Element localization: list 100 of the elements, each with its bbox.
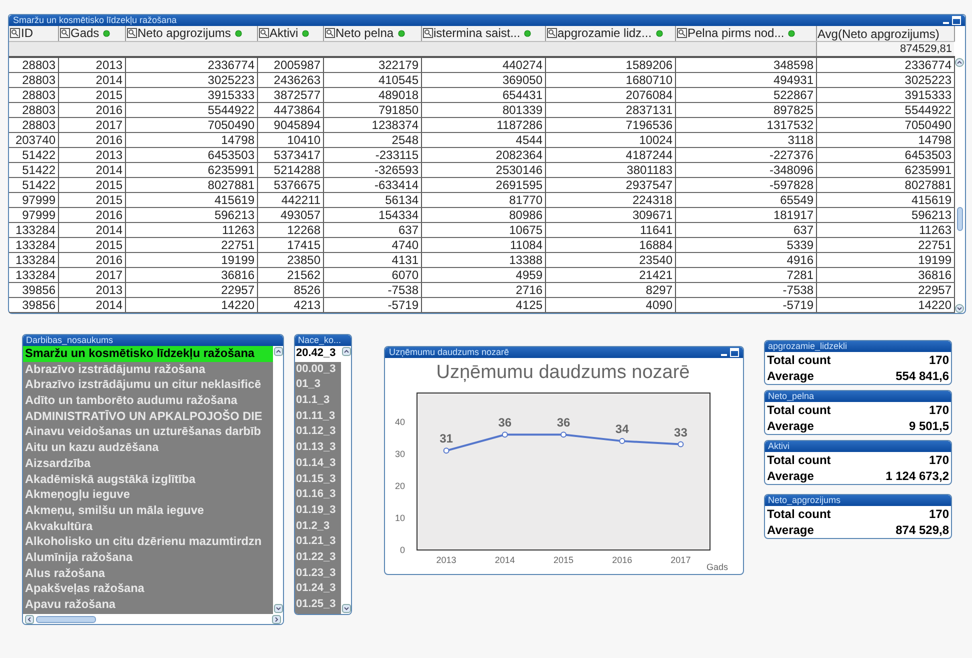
table-cell: 2082364 [421, 148, 545, 162]
table-cell: 596213 [125, 208, 257, 222]
table-cell: 97999 [9, 208, 58, 222]
table-cell: 2016 [58, 132, 125, 148]
scroll-thumb[interactable] [956, 207, 963, 231]
table-cell: 3025223 [816, 72, 954, 88]
table-cell: 1238374 [323, 118, 421, 132]
search-icon[interactable] [546, 28, 556, 38]
table-cell: 22751 [125, 238, 257, 252]
list-box-title: Darbibas_nosaukums [23, 335, 283, 346]
table-cell: 4125 [421, 298, 545, 312]
table-cell: 3872577 [257, 88, 323, 102]
table-cell: 801339 [421, 102, 545, 118]
table-cell: 2013 [58, 282, 125, 298]
scroll-left-icon[interactable] [25, 614, 34, 624]
table-cell: 2014 [58, 298, 125, 312]
table-cell: 181917 [675, 208, 816, 222]
table-cell: 2014 [58, 222, 125, 238]
scroll-down-icon[interactable] [342, 604, 350, 613]
table-cell: 13388 [421, 252, 545, 268]
scroll-right-icon[interactable] [272, 614, 281, 624]
search-icon[interactable] [60, 28, 70, 38]
table-cell: 596213 [816, 208, 954, 222]
table-cell: 133284 [9, 252, 58, 268]
table-cell: 51422 [9, 162, 58, 178]
table-cell: 5376675 [257, 178, 323, 192]
scrollbar[interactable] [273, 346, 283, 614]
table-cell: 489018 [323, 88, 421, 102]
scrollbar[interactable] [341, 346, 351, 614]
table-cell: 51422 [9, 178, 58, 192]
horizontal-scrollbar[interactable] [23, 614, 283, 624]
table-cell: 6235991 [125, 162, 257, 178]
box-title: apgrozamie_lidzekli [765, 341, 951, 352]
column-header[interactable]: Neto apgrozijums [125, 26, 257, 42]
total-value: 874529,81 [900, 43, 952, 55]
table-cell: 6070 [323, 268, 421, 282]
table-cell: 442211 [257, 192, 323, 208]
search-icon[interactable] [676, 28, 686, 38]
table-cell: 3801183 [545, 162, 675, 178]
column-header[interactable]: Avg(Neto apgrozijums) [816, 26, 954, 42]
stat-value: 170 [928, 352, 949, 368]
table-cell: 36816 [816, 268, 954, 282]
search-icon[interactable] [422, 28, 432, 38]
table-cell: 637 [675, 222, 816, 238]
table-cell: 5544922 [816, 102, 954, 118]
table-cell: -597828 [675, 178, 816, 192]
scroll-thumb[interactable] [36, 616, 96, 622]
table-cell: 22751 [816, 238, 954, 252]
column-header[interactable]: apgrozamie lidz... [545, 26, 675, 42]
table-cell: 21421 [545, 268, 675, 282]
column-header[interactable]: ID [9, 26, 58, 42]
table-cell: 28803 [9, 72, 58, 88]
stat-label: Total count [767, 452, 831, 468]
table-cell: 2076084 [545, 88, 675, 102]
column-header[interactable]: istermina saist... [421, 26, 545, 42]
scroll-up-icon[interactable] [342, 347, 350, 356]
table-cell: 1317532 [675, 118, 816, 132]
stat-value: 170 [928, 506, 949, 522]
table-cell: 56134 [323, 192, 421, 208]
search-icon[interactable] [10, 28, 20, 38]
scroll-down-icon[interactable] [955, 304, 964, 313]
stat-value: 170 [928, 402, 949, 418]
list-item[interactable]: Abrazīvo izstrādājumu ražošana [23, 362, 273, 378]
scroll-up-icon[interactable] [955, 58, 964, 67]
list-item[interactable]: 20.42_3 [295, 346, 341, 362]
table-cell: 11641 [545, 222, 675, 238]
search-icon[interactable] [126, 28, 136, 38]
table-cell: 133284 [9, 268, 58, 282]
table-cell: 4544 [421, 132, 545, 148]
table-cell: 5214288 [257, 162, 323, 178]
table-cell: 2014 [58, 162, 125, 178]
column-header[interactable]: Pelna pirms nod... [675, 26, 816, 42]
stat-value: 1 124 673,2 [886, 468, 949, 484]
column-header[interactable]: Aktivi [257, 26, 323, 42]
data-label: 34 [615, 422, 629, 436]
column-header[interactable]: Neto pelna [323, 26, 421, 42]
stat-label: Average [767, 368, 814, 384]
table-cell: 5544922 [125, 102, 257, 118]
search-icon[interactable] [324, 28, 334, 38]
maximize-icon[interactable] [730, 348, 739, 357]
table-cell: 2016 [58, 102, 125, 118]
scroll-up-icon[interactable] [274, 347, 282, 356]
table-cell: 8027881 [125, 178, 257, 192]
scroll-down-icon[interactable] [274, 604, 282, 613]
table-cell: -227376 [675, 148, 816, 162]
table-cell: 410545 [323, 72, 421, 88]
table-cell: 10410 [257, 132, 323, 148]
data-label: 31 [440, 432, 453, 446]
search-icon[interactable] [258, 28, 268, 38]
maximize-icon[interactable] [952, 16, 961, 25]
table-cell: 4473864 [257, 102, 323, 118]
list-item[interactable]: Smaržu un kosmētisko līdzekļu ražošana [23, 346, 273, 362]
table-cell: 17415 [257, 238, 323, 252]
table-cell: 2017 [58, 268, 125, 282]
table-cell: 16884 [545, 238, 675, 252]
axis-tick-label: 2016 [612, 555, 632, 565]
table-cell: 4090 [545, 298, 675, 312]
table-cell: 2005987 [257, 57, 323, 72]
column-header[interactable]: Gads [58, 26, 125, 42]
table-cell: 8027881 [816, 178, 954, 192]
